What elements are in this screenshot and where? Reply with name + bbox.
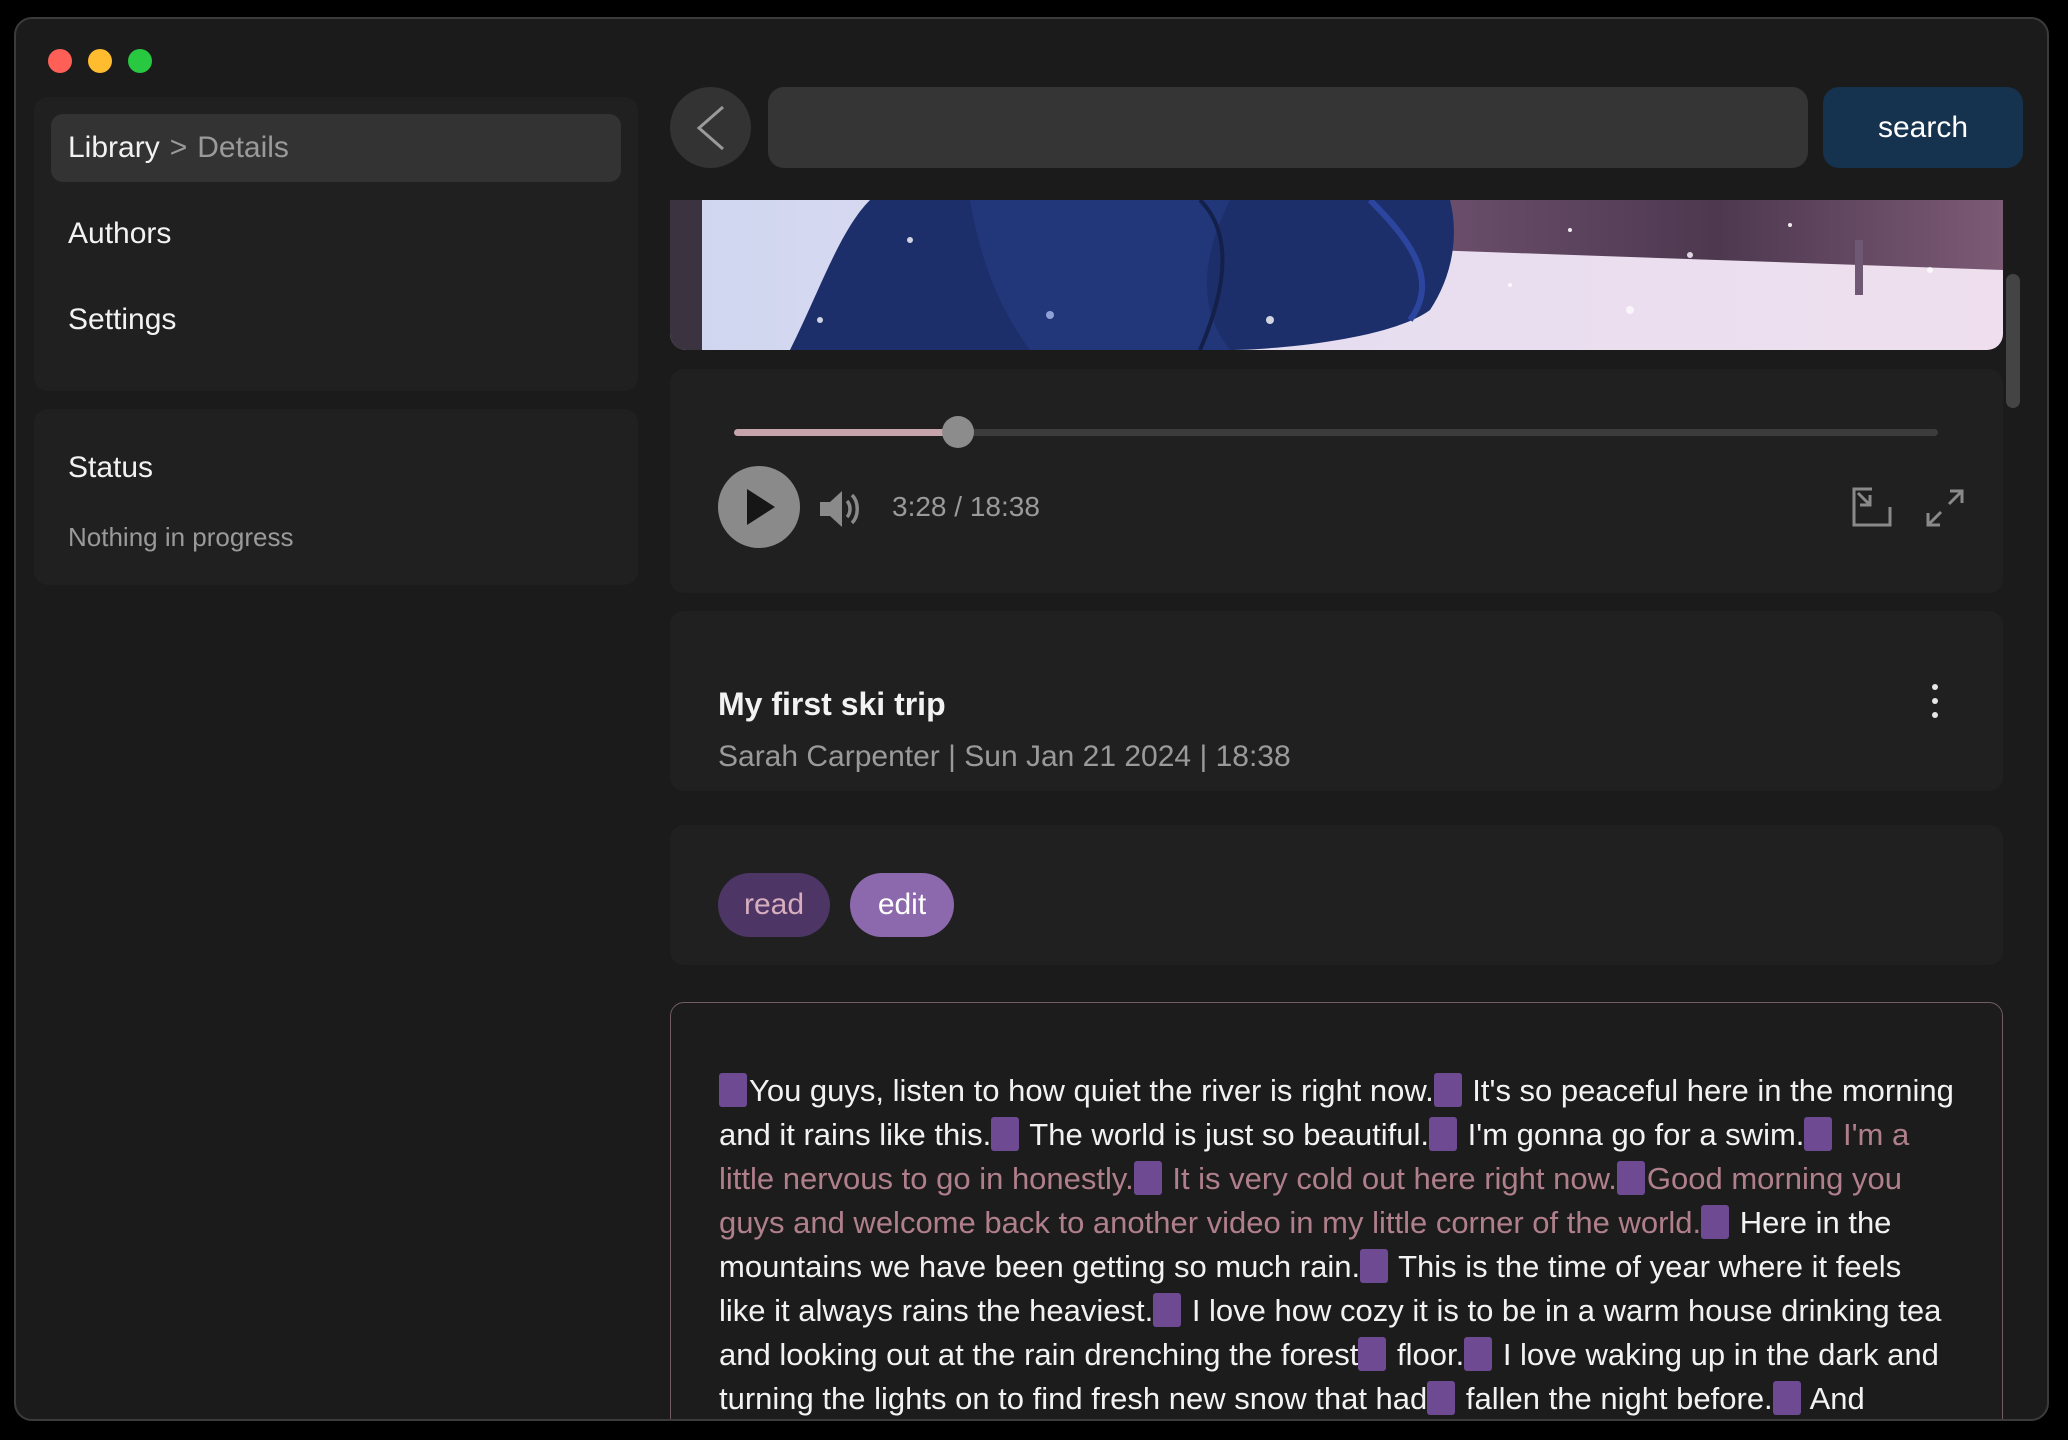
scrollbar-thumb[interactable] (2006, 274, 2020, 408)
picture-in-picture-icon[interactable] (1850, 485, 1896, 531)
transcript-segment[interactable]: I'm gonna go for a swim. (1459, 1117, 1805, 1152)
breadcrumb-separator: > (169, 131, 188, 164)
segment-marker[interactable] (1358, 1337, 1387, 1371)
transcript-segment[interactable]: You guys, listen to how quiet the river … (749, 1073, 1434, 1108)
recording-meta: Sarah Carpenter | Sun Jan 21 2024 | 18:3… (718, 740, 1291, 773)
chevron-left-icon (696, 105, 724, 150)
minimize-window-button[interactable] (88, 49, 112, 73)
transcript-segment[interactable]: The world is just so beautiful. (1021, 1117, 1429, 1152)
segment-marker[interactable] (1360, 1249, 1389, 1283)
transcript-segment[interactable]: floor. (1388, 1337, 1464, 1372)
media-player: 3:28 / 18:38 (670, 369, 2003, 593)
transcript-segment[interactable]: fallen the night before. (1457, 1381, 1773, 1416)
transcript-segment[interactable]: It is very cold out here right now. (1164, 1161, 1617, 1196)
segment-marker[interactable] (1429, 1117, 1458, 1151)
progress-slider[interactable] (734, 416, 1938, 448)
play-icon (747, 489, 775, 525)
segment-marker[interactable] (1804, 1117, 1833, 1151)
breadcrumb-library[interactable]: Library (68, 131, 160, 165)
volume-icon[interactable] (816, 487, 864, 531)
more-options-icon[interactable] (1920, 681, 1950, 721)
recording-info: My first ski trip Sarah Carpenter | Sun … (670, 611, 2003, 791)
fullscreen-icon[interactable] (1922, 485, 1968, 531)
segment-marker[interactable] (1616, 1161, 1645, 1195)
mode-selector: read edit (670, 825, 2003, 965)
maximize-window-button[interactable] (128, 49, 152, 73)
status-panel: Status Nothing in progress (34, 409, 638, 585)
segment-marker[interactable] (991, 1117, 1020, 1151)
window-controls (48, 49, 152, 73)
read-mode-button[interactable]: read (718, 873, 830, 937)
segment-marker[interactable] (1464, 1337, 1493, 1371)
segment-marker[interactable] (1433, 1073, 1462, 1107)
edit-mode-button[interactable]: edit (850, 873, 954, 937)
segment-marker[interactable] (1153, 1293, 1182, 1327)
segment-marker[interactable] (719, 1073, 747, 1107)
sidebar-nav: Library > Details Authors Settings (34, 97, 638, 391)
video-frame[interactable] (670, 200, 2003, 350)
close-window-button[interactable] (48, 49, 72, 73)
segment-marker[interactable] (1427, 1381, 1456, 1415)
progress-fill (734, 429, 958, 436)
recording-title: My first ski trip (718, 686, 946, 722)
status-message: Nothing in progress (68, 522, 294, 552)
segment-marker[interactable] (1133, 1161, 1162, 1195)
segment-marker[interactable] (1772, 1381, 1801, 1415)
video-still-image (670, 200, 2003, 350)
search-input[interactable] (768, 87, 1808, 168)
segment-marker[interactable] (1701, 1205, 1730, 1239)
sidebar-item-label: Authors (68, 217, 172, 250)
status-title: Status (68, 451, 154, 484)
transcript-text[interactable]: You guys, listen to how quiet the river … (719, 1069, 1954, 1419)
app-window: Library > Details Authors Settings Statu… (14, 17, 2049, 1421)
time-display: 3:28 / 18:38 (892, 491, 1040, 522)
progress-handle[interactable] (941, 416, 974, 448)
transcript-editor[interactable]: You guys, listen to how quiet the river … (670, 1002, 2003, 1419)
back-button[interactable] (670, 87, 751, 168)
sidebar-item-library-details[interactable]: Library > Details (51, 114, 621, 182)
sidebar-item-settings[interactable]: Settings (51, 286, 621, 354)
play-button[interactable] (718, 466, 800, 548)
sidebar-item-authors[interactable]: Authors (51, 200, 621, 268)
breadcrumb-current: Details (197, 131, 289, 164)
search-button[interactable]: search (1823, 87, 2023, 168)
sidebar-item-label: Settings (68, 303, 177, 336)
